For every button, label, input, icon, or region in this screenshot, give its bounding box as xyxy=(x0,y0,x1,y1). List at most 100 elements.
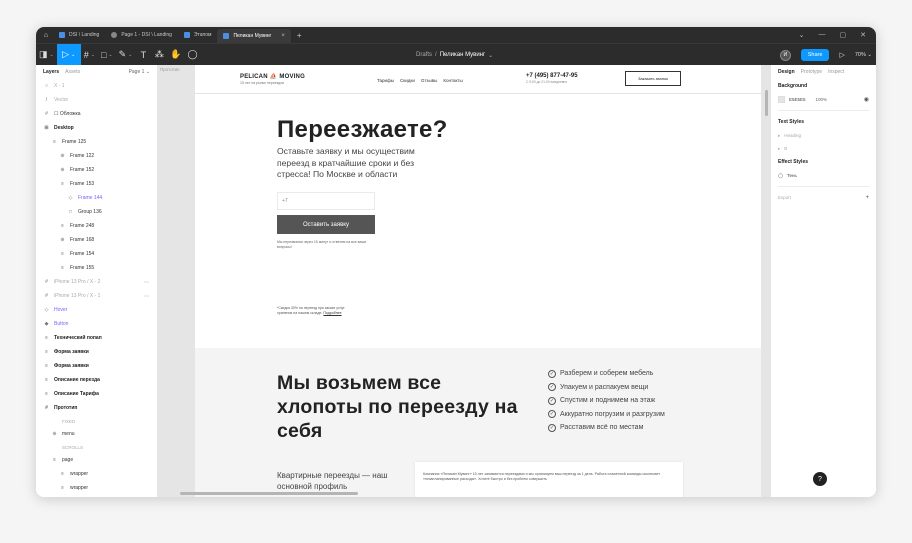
layer-row[interactable]: ≡ Описание перезда xyxy=(36,373,157,387)
pen-tool-icon[interactable]: ✎ ⌄ xyxy=(116,44,136,66)
layer-row[interactable]: ≡ wrapper xyxy=(36,467,157,481)
shape-tool-icon[interactable]: □ ⌄ xyxy=(98,44,116,66)
share-button[interactable]: Share xyxy=(800,49,830,61)
layer-row[interactable]: # iPhone 13 Pro / X - 1 〰 xyxy=(36,289,157,303)
layer-row[interactable]: ≡ Описание Тарифа xyxy=(36,387,157,401)
resources-icon[interactable]: ⁂ xyxy=(151,44,167,66)
layer-row[interactable]: SCROLLS xyxy=(36,441,157,453)
submit-request-button[interactable]: Оставить заявку xyxy=(277,215,375,234)
chevron-down-icon[interactable]: ⌄ xyxy=(488,52,493,59)
layer-row[interactable]: ≡ Frame 248 xyxy=(36,219,157,233)
layer-row[interactable]: # iPhone 13 Pro / X - 2 〰 xyxy=(36,275,157,289)
layer-type-icon: ≡ xyxy=(53,139,56,145)
move-tool-icon[interactable]: ▷ ⌄ xyxy=(56,43,81,66)
figma-file-icon xyxy=(223,33,230,39)
tab-design[interactable]: Design xyxy=(778,69,795,75)
layer-row[interactable]: ≡ Frame 154 xyxy=(36,247,157,261)
layer-row[interactable]: / Vector xyxy=(36,93,157,107)
text-tool-icon[interactable]: T xyxy=(135,44,151,66)
chevron-down-icon[interactable]: ⌄ xyxy=(799,31,805,39)
layer-row[interactable]: ≡ Frame 153 xyxy=(36,177,157,191)
zoom-dropdown[interactable]: 70% ⌄ xyxy=(855,52,872,58)
prototype-link-icon[interactable]: 〰 xyxy=(144,279,149,286)
frame-label[interactable]: Прототип xyxy=(160,67,180,72)
tab-layers[interactable]: Layers xyxy=(43,69,59,75)
background-opacity[interactable]: 100% xyxy=(816,97,828,102)
layer-row[interactable]: ◇ Frame 144 xyxy=(36,191,157,205)
vertical-scrollbar[interactable] xyxy=(765,90,768,116)
phone-number[interactable]: +7 (495) 877-47-95 xyxy=(526,73,578,79)
layer-row[interactable]: ○ X - 1 xyxy=(36,79,157,93)
background-hex[interactable]: E5E5E5 xyxy=(789,97,806,102)
layer-row[interactable]: ≡ Форма заявки xyxy=(36,359,157,373)
layer-row[interactable]: ≡ Frame 125 xyxy=(36,135,157,149)
layer-row[interactable]: ≡ Технический попап xyxy=(36,331,157,345)
tab-label: Пеликан Мувинг xyxy=(233,33,272,39)
comment-icon[interactable]: ◯ xyxy=(185,44,201,66)
breadcrumb-project[interactable]: Drafts xyxy=(416,52,432,58)
phone-input[interactable]: +7 xyxy=(277,192,375,210)
feature-item: ✓ Упакуем и распакуем вещи xyxy=(548,383,665,392)
effect-style-shadow[interactable]: ◯ Тень xyxy=(778,169,869,182)
layer-row[interactable]: ⊕ Frame 152 xyxy=(36,163,157,177)
layer-row[interactable]: ⊞ Desktop xyxy=(36,121,157,135)
call-back-button[interactable]: Заказать звонок xyxy=(625,71,681,86)
horizontal-scrollbar[interactable] xyxy=(180,492,358,495)
layer-row[interactable]: ⊕ Frame 168 xyxy=(36,233,157,247)
tab-page1[interactable]: Page 1 - DSI \ Landing xyxy=(105,27,178,43)
present-icon[interactable]: ▷ xyxy=(839,51,844,59)
home-icon[interactable]: ⌂ xyxy=(39,32,53,39)
layer-row[interactable]: FIXED xyxy=(36,415,157,427)
tab-dsi-landing[interactable]: DSI \ Landing xyxy=(53,27,105,43)
page-selector[interactable]: Page 1 ⌄ xyxy=(129,69,150,75)
layer-row[interactable]: ≡ wrapper xyxy=(36,481,157,495)
eye-icon[interactable]: ◉ xyxy=(864,96,869,103)
background-row[interactable]: E5E5E5 100% ◉ xyxy=(778,93,869,106)
layer-row[interactable]: ≡ Форма заявки xyxy=(36,345,157,359)
maximize-icon[interactable]: ▢ xyxy=(840,31,847,39)
layer-label: Button xyxy=(54,321,69,327)
add-export-icon[interactable]: + xyxy=(865,195,869,201)
hand-tool-icon[interactable]: ✋ xyxy=(167,44,184,66)
minimize-icon[interactable]: — xyxy=(819,31,826,39)
text-style-label: Heading xyxy=(784,133,802,138)
tab-inspect[interactable]: Inspect xyxy=(828,69,844,75)
file-name[interactable]: Пеликан Мувинг xyxy=(440,52,485,58)
layer-row[interactable]: ◆ Button xyxy=(36,317,157,331)
text-style-heading[interactable]: ▸ Heading xyxy=(778,129,869,142)
promo-link[interactable]: Подробнее xyxy=(323,311,341,315)
layer-row[interactable]: ◇ Hover xyxy=(36,303,157,317)
help-button[interactable]: ? xyxy=(813,472,827,486)
new-tab-button[interactable]: + xyxy=(291,31,308,40)
layer-row[interactable]: ≡ page xyxy=(36,453,157,467)
color-swatch[interactable] xyxy=(778,96,785,103)
layer-row[interactable]: ⊕ menu xyxy=(36,427,157,441)
prototype-link-icon[interactable]: 〰 xyxy=(144,293,149,300)
layer-row[interactable]: # ☐ Обложка xyxy=(36,107,157,121)
close-tab-icon[interactable]: × xyxy=(281,33,285,39)
layer-row[interactable]: ⊕ Frame 122 xyxy=(36,149,157,163)
tab-assets[interactable]: Assets xyxy=(65,69,80,75)
site-nav: Тарифы Скидки Отзывы Контакты xyxy=(377,78,463,83)
nav-tariffs[interactable]: Тарифы xyxy=(377,78,394,83)
hero-title: Переезжаете? xyxy=(277,116,448,143)
prototype-frame[interactable]: PELICAN ⛵ MOVING 15 лет на рынке переезд… xyxy=(195,65,761,497)
layer-label: Group 136 xyxy=(78,209,102,215)
text-style-b[interactable]: ▸ B xyxy=(778,142,869,155)
avatar[interactable]: И xyxy=(779,49,791,61)
tab-pelican-moving[interactable]: Пеликан Мувинг × xyxy=(217,29,291,43)
nav-reviews[interactable]: Отзывы xyxy=(421,78,437,83)
main-menu-icon[interactable]: ◨ ⌄ xyxy=(36,44,57,66)
frame-tool-icon[interactable]: # ⌄ xyxy=(81,44,98,66)
layer-label: SCROLLS xyxy=(62,444,84,450)
tab-etapom[interactable]: Этапом xyxy=(178,27,218,43)
canvas[interactable]: Прототип PELICAN ⛵ MOVING 15 лет на рынк… xyxy=(158,65,770,497)
nav-contacts[interactable]: Контакты xyxy=(443,78,462,83)
layer-row[interactable]: □ Group 136 xyxy=(36,205,157,219)
layer-row[interactable]: # Прототип xyxy=(36,401,157,415)
layer-row[interactable]: ≡ Frame 155 xyxy=(36,261,157,275)
close-icon[interactable]: ✕ xyxy=(860,31,866,39)
layer-label: Frame 125 xyxy=(62,139,87,145)
nav-discounts[interactable]: Скидки xyxy=(400,78,415,83)
tab-prototype[interactable]: Prototype xyxy=(801,69,822,75)
